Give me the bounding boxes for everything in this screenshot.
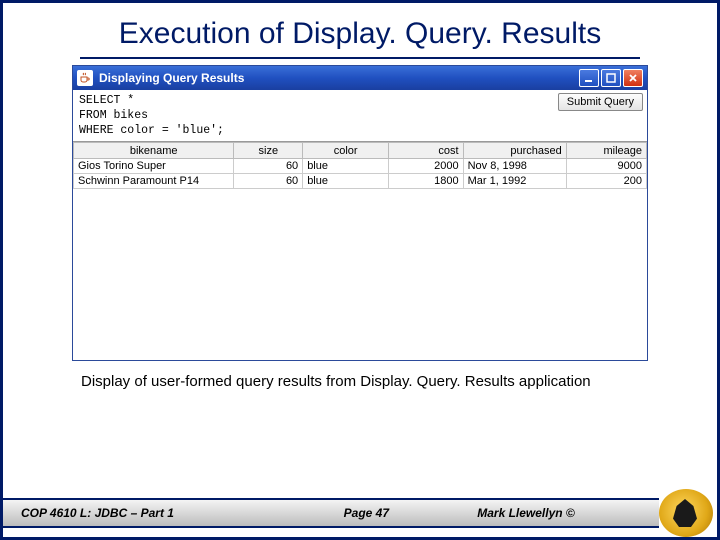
- cell-bikename: Schwinn Paramount P14: [74, 174, 234, 189]
- results-panel: bikename size color cost purchased milea…: [73, 142, 647, 360]
- footer-band: COP 4610 L: JDBC – Part 1 Page 47 Mark L…: [3, 498, 659, 528]
- table-row: Gios Torino Super 60 blue 2000 Nov 8, 19…: [74, 159, 647, 174]
- maximize-button[interactable]: [601, 69, 621, 87]
- footer-page: Page 47: [275, 506, 457, 520]
- minimize-button[interactable]: [579, 69, 599, 87]
- title-underline: [80, 57, 640, 59]
- cell-bikename: Gios Torino Super: [74, 159, 234, 174]
- slide-title: Execution of Display. Query. Results: [3, 3, 717, 57]
- cell-color: blue: [303, 159, 389, 174]
- cell-mileage: 200: [566, 174, 646, 189]
- query-area: SELECT * FROM bikes WHERE color = 'blue'…: [73, 90, 647, 142]
- query-textarea[interactable]: SELECT * FROM bikes WHERE color = 'blue'…: [73, 90, 537, 141]
- ucf-pegasus-logo-icon: [659, 489, 713, 537]
- cell-size: 60: [234, 159, 303, 174]
- close-button[interactable]: [623, 69, 643, 87]
- cell-cost: 2000: [389, 159, 463, 174]
- col-mileage: mileage: [566, 143, 646, 159]
- cell-mileage: 9000: [566, 159, 646, 174]
- cell-cost: 1800: [389, 174, 463, 189]
- col-cost: cost: [389, 143, 463, 159]
- cell-size: 60: [234, 174, 303, 189]
- java-cup-icon: [77, 70, 93, 86]
- col-size: size: [234, 143, 303, 159]
- app-window: Displaying Query Results SELECT * FROM b…: [72, 65, 648, 361]
- cell-purchased: Mar 1, 1992: [463, 174, 566, 189]
- table-row: Schwinn Paramount P14 60 blue 1800 Mar 1…: [74, 174, 647, 189]
- col-bikename: bikename: [74, 143, 234, 159]
- slide-container: Execution of Display. Query. Results Dis…: [0, 0, 720, 540]
- footer-course: COP 4610 L: JDBC – Part 1: [3, 506, 275, 520]
- table-header-row: bikename size color cost purchased milea…: [74, 143, 647, 159]
- results-table: bikename size color cost purchased milea…: [73, 142, 647, 189]
- window-titlebar: Displaying Query Results: [73, 66, 647, 90]
- submit-query-button[interactable]: Submit Query: [558, 93, 643, 111]
- cell-color: blue: [303, 174, 389, 189]
- slide-caption: Display of user-formed query results fro…: [3, 361, 717, 390]
- col-color: color: [303, 143, 389, 159]
- footer-author: Mark Llewellyn ©: [457, 506, 659, 520]
- col-purchased: purchased: [463, 143, 566, 159]
- submit-area: Submit Query: [537, 90, 647, 141]
- window-title-text: Displaying Query Results: [99, 71, 244, 85]
- slide-footer: COP 4610 L: JDBC – Part 1 Page 47 Mark L…: [3, 489, 717, 537]
- cell-purchased: Nov 8, 1998: [463, 159, 566, 174]
